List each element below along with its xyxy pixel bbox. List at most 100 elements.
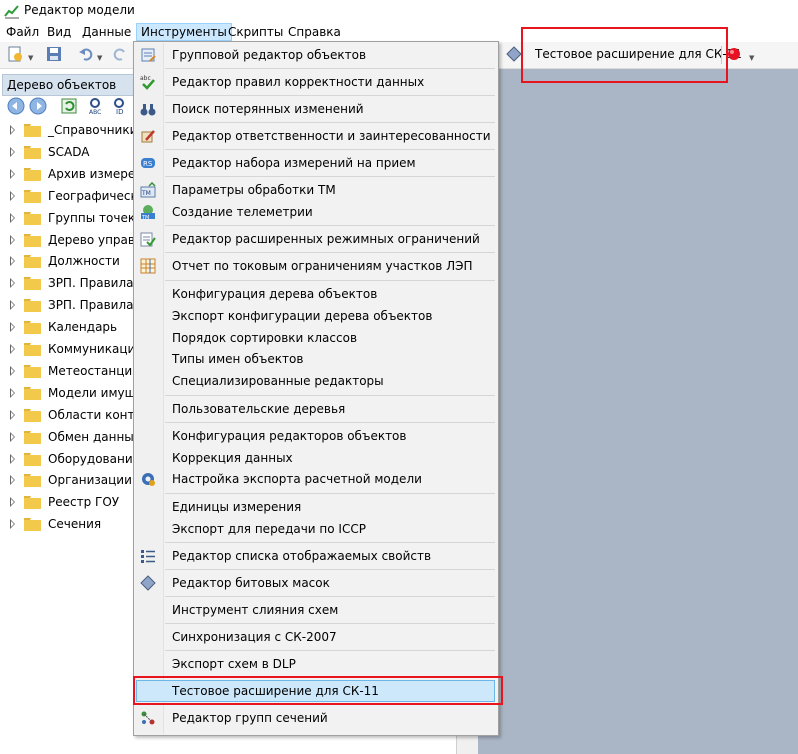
tree-node-label: Календарь [48,320,118,335]
menu-item[interactable]: Групповой редактор объектов [165,45,495,65]
tree-node-label: Модели имуще [48,385,144,400]
menu-item[interactable]: Редактор правил корректности данных [165,72,495,92]
expand-arrow-icon[interactable] [10,300,15,311]
expand-arrow-icon[interactable] [10,234,15,245]
menu-separator [165,650,495,651]
tree-node-label: Географическо [48,188,146,203]
tree-node[interactable]: Архив измерен [6,165,146,185]
menu-item[interactable]: Редактор набора измерений на прием [165,153,495,173]
expand-arrow-icon[interactable] [10,168,15,179]
menu-data[interactable]: Данные [78,24,135,40]
menu-tools[interactable]: Инструменты [136,23,232,41]
refresh-icon[interactable] [60,97,78,115]
menu-item[interactable]: Инструмент слияния схем [165,600,495,620]
expand-arrow-icon[interactable] [10,497,15,508]
expand-arrow-icon[interactable] [10,146,15,157]
menu-item[interactable]: Специализированные редакторы [165,371,495,391]
expand-arrow-icon[interactable] [10,387,15,398]
tree-node[interactable]: Обмен данным [6,428,146,448]
menu-item[interactable]: Типы имен объектов [165,349,495,369]
folder-icon [24,211,41,225]
menu-item[interactable]: Отчет по токовым ограничениям участков Л… [165,256,495,276]
menu-item[interactable]: Экспорт для передачи по ICCP [165,519,495,539]
tree-node[interactable]: Календарь [6,318,146,338]
tree-node[interactable]: _Справочники [6,121,146,141]
menu-item[interactable]: Конфигурация редакторов объектов [165,426,495,446]
expand-arrow-icon[interactable] [10,519,15,530]
back-icon[interactable] [7,97,25,115]
tree-node[interactable]: Метеостанции [6,362,146,382]
tree-node[interactable]: Области контро [6,406,149,426]
folder-icon [24,189,41,203]
menu-item[interactable]: Порядок сортировки классов [165,328,495,348]
menu-item[interactable]: Единицы измерения [165,497,495,517]
expand-arrow-icon[interactable] [10,453,15,464]
tree-node[interactable]: Организации [6,471,146,491]
menu-item[interactable]: Коррекция данных [165,448,495,468]
tree-node[interactable]: Реестр ГОУ [6,493,146,513]
menu-item[interactable]: Пользовательские деревья [165,399,495,419]
tree-node[interactable]: Модели имуще [6,384,146,404]
telemetry-icon: TM [141,205,155,220]
expand-arrow-icon[interactable] [10,475,15,486]
chevron-down-icon[interactable]: ▼ [749,54,754,62]
menu-separator [165,569,495,570]
forward-icon[interactable] [29,97,47,115]
expand-arrow-icon[interactable] [10,256,15,267]
menu-item[interactable]: Экспорт схем в DLP [165,654,495,674]
expand-arrow-icon[interactable] [10,212,15,223]
save-icon[interactable] [46,46,62,62]
folder-icon [24,321,41,335]
tm-params-icon: TM [140,182,156,198]
menu-item[interactable]: Создание телеметрии [165,202,495,222]
tree-node[interactable]: Коммуникацио [6,340,146,360]
new-document-icon[interactable] [7,46,23,62]
menu-separator [165,122,495,123]
chevron-down-icon[interactable]: ▼ [97,54,102,62]
menu-item[interactable]: Редактор списка отображаемых свойств [165,546,495,566]
tree-node[interactable]: Оборудование. [6,450,146,470]
menu-item[interactable]: Экспорт конфигурации дерева объектов [165,306,495,326]
expand-arrow-icon[interactable] [10,344,15,354]
tree-node-label: Должности [48,254,120,269]
search-id-icon[interactable]: ID [112,97,130,115]
expand-arrow-icon[interactable] [10,431,15,442]
edit-icon [141,130,155,143]
record-icon[interactable] [727,47,741,61]
search-abc-icon[interactable]: ABC [88,97,106,115]
menu-help[interactable]: Справка [284,24,345,40]
menu-item[interactable]: Редактор групп сечений [165,708,495,728]
menu-scripts[interactable]: Скрипты [224,24,287,40]
menu-view[interactable]: Вид [43,24,75,40]
tree-node[interactable]: Дерево управл [6,231,146,251]
expand-arrow-icon[interactable] [10,365,15,376]
tree-node[interactable]: ЗРП. Правила с [6,274,146,294]
expand-arrow-icon[interactable] [10,409,15,420]
expand-arrow-icon[interactable] [10,190,15,201]
menu-item[interactable]: Редактор битовых масок [165,573,495,593]
menu-item[interactable]: Настройка экспорта расчетной модели [165,469,495,489]
menu-item[interactable]: Синхронизация с СК-2007 [165,627,495,647]
tree-node[interactable]: Группы точек п [6,209,147,229]
tree-node[interactable]: Сечения [6,515,146,535]
diamond-icon[interactable] [506,46,522,62]
menu-item[interactable]: Параметры обработки ТМ [165,180,495,200]
expand-arrow-icon[interactable] [10,125,15,135]
tree-node[interactable]: Должности [6,252,146,272]
tree-node[interactable]: Географическо [6,187,146,207]
expand-arrow-icon[interactable] [10,322,15,333]
menu-file[interactable]: Файл [2,24,43,40]
tree-node-label: ЗРП. Правила с [48,298,144,313]
chevron-down-icon[interactable]: ▼ [28,54,33,62]
folder-icon [24,233,41,247]
tree-node[interactable]: SCADA [6,143,146,163]
redo-icon[interactable] [112,46,128,62]
menu-item[interactable]: Редактор расширенных режимных ограничени… [165,229,495,249]
menu-item[interactable]: Конфигурация дерева объектов [165,284,495,304]
menu-item-label: Экспорт схем в DLP [172,657,296,671]
menu-item[interactable]: Редактор ответственности и заинтересован… [165,126,495,146]
undo-icon[interactable] [78,46,94,62]
tree-node[interactable]: ЗРП. Правила с [6,296,146,316]
menu-item[interactable]: Поиск потерянных изменений [165,99,495,119]
expand-arrow-icon[interactable] [10,278,15,289]
